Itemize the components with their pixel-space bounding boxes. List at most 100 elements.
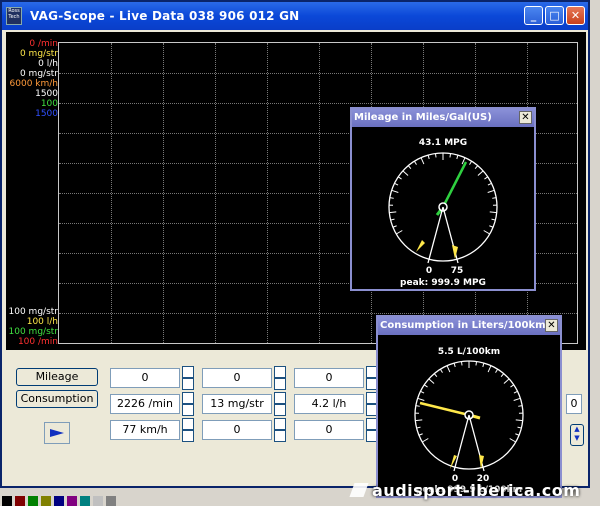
field-partial-right: 0 [566, 394, 582, 414]
mpg-dial-ticks [389, 153, 497, 235]
dial-tick [420, 390, 425, 394]
dial-tick [482, 362, 485, 368]
top-label-1: 0 mg/str [19, 49, 58, 59]
bottom-label-1: 100 l/h [26, 317, 58, 327]
grid-v-line [111, 43, 112, 343]
dial-tick [392, 225, 397, 228]
mpg-gauge-close-button[interactable]: ✕ [519, 111, 532, 124]
grid-h-line [59, 73, 577, 74]
dial-tick [495, 368, 499, 373]
dial-tick [389, 197, 394, 199]
top-label-5: 1500 [35, 89, 58, 99]
dial-tick [413, 160, 417, 165]
field-r1c1: 0 [110, 368, 180, 388]
screen: Ross Tech VAG-Scope - Live Data 038 906 … [0, 0, 600, 506]
palette-swatch[interactable] [41, 496, 51, 506]
dial-tick [428, 378, 435, 384]
grid-v-line [319, 43, 320, 343]
top-label-3: 0 mg/str [19, 69, 58, 79]
checkbox-r2c2-a[interactable] [274, 392, 286, 404]
consumption-dial-ticks [415, 361, 523, 443]
field-rpm: 2226 /min [110, 394, 180, 414]
palette-swatch[interactable] [28, 496, 38, 506]
minimize-button[interactable]: _ [524, 6, 543, 25]
watermark-text: audisport-iberica.com [372, 480, 581, 500]
dial-tick [421, 438, 429, 443]
dial-tick [475, 361, 478, 366]
dial-tick [489, 211, 497, 214]
scroll-spin-button[interactable]: ▲ ▼ [570, 424, 584, 446]
mileage-button[interactable]: Mileage [16, 368, 98, 386]
mpg-needle [441, 161, 468, 208]
dial-tick [460, 361, 463, 366]
field-speed: 77 km/h [110, 420, 180, 440]
dial-tick [433, 373, 438, 378]
mpg-min-marker [427, 206, 444, 264]
checkbox-r3c2-a[interactable] [274, 418, 286, 430]
dial-tick [491, 218, 496, 221]
palette-swatch[interactable] [15, 496, 25, 506]
dial-tick [423, 384, 428, 388]
dial-tick [509, 438, 517, 443]
consumption-needle [419, 401, 470, 417]
grid-v-line [215, 43, 216, 343]
consumption-gauge-close-button[interactable]: ✕ [545, 319, 558, 332]
play-button[interactable] [44, 422, 70, 444]
checkbox-r2c1-b[interactable] [182, 404, 194, 416]
dial-tick [420, 157, 425, 165]
dial-tick [407, 165, 412, 170]
palette-swatch[interactable] [2, 496, 12, 506]
top-label-0: 0 /min [29, 39, 58, 49]
dial-tick [446, 365, 451, 373]
palette-swatch[interactable] [80, 496, 90, 506]
palette-swatch[interactable] [54, 496, 64, 506]
dial-tick [510, 384, 515, 388]
mpg-gauge-window[interactable]: Mileage in Miles/Gal(US) ✕ 43.1 MPG 0 75… [350, 107, 536, 291]
consumption-button[interactable]: Consumption [16, 390, 98, 408]
top-label-2: 0 l/h [38, 59, 58, 69]
consumption-gauge-title: Consumption in Liters/100km [380, 320, 546, 331]
mpg-max-flag [452, 245, 458, 259]
dial-tick [456, 154, 459, 160]
checkbox-r3c1-a[interactable] [182, 418, 194, 430]
dial-tick [390, 218, 395, 221]
palette-swatch[interactable] [67, 496, 77, 506]
window-title: VAG-Scope - Live Data 038 906 012 GN [30, 9, 300, 23]
checkbox-r1c2-a[interactable] [274, 366, 286, 378]
dial-tick [487, 365, 492, 373]
maximize-button[interactable]: □ [545, 6, 564, 25]
dial-tick [518, 405, 523, 407]
checkbox-r2c2-b[interactable] [274, 404, 286, 416]
dial-tick [389, 211, 397, 214]
mpg-gauge-title-bar[interactable]: Mileage in Miles/Gal(US) ✕ [352, 109, 534, 127]
consumption-gauge-window[interactable]: Consumption in Liters/100km ✕ 5.5 L/100k… [376, 315, 562, 498]
top-label-7: 1500 [35, 109, 58, 119]
checkbox-r2c1-a[interactable] [182, 392, 194, 404]
bottom-label-0: 100 mg/str [8, 307, 58, 317]
checkbox-r1c1-b[interactable] [182, 378, 194, 390]
dial-tick [513, 390, 518, 394]
grid-h-line [59, 103, 577, 104]
dial-tick [487, 182, 492, 186]
dial-tick [391, 189, 399, 193]
dial-tick [492, 197, 497, 199]
checkbox-r1c2-b[interactable] [274, 378, 286, 390]
checkbox-r3c2-b[interactable] [274, 430, 286, 442]
checkbox-r1c1-a[interactable] [182, 366, 194, 378]
dial-tick [397, 176, 402, 180]
consumption-gauge-title-bar[interactable]: Consumption in Liters/100km ✕ [378, 317, 560, 335]
field-fuel-rate: 4.2 l/h [294, 394, 364, 414]
dial-tick [453, 362, 456, 368]
dial-tick [477, 170, 484, 176]
checkbox-r3c1-b[interactable] [182, 430, 194, 442]
title-bar[interactable]: Ross Tech VAG-Scope - Live Data 038 906 … [2, 2, 588, 30]
grid-v-line [267, 43, 268, 343]
palette-swatch[interactable] [93, 496, 103, 506]
dial-tick [449, 153, 452, 158]
dial-tick [394, 182, 399, 186]
dial-tick [500, 373, 505, 378]
bottom-label-2: 100 mg/str [8, 327, 58, 337]
palette-swatch[interactable] [106, 496, 116, 506]
dial-tick [474, 165, 479, 170]
close-button[interactable]: ✕ [566, 6, 585, 25]
